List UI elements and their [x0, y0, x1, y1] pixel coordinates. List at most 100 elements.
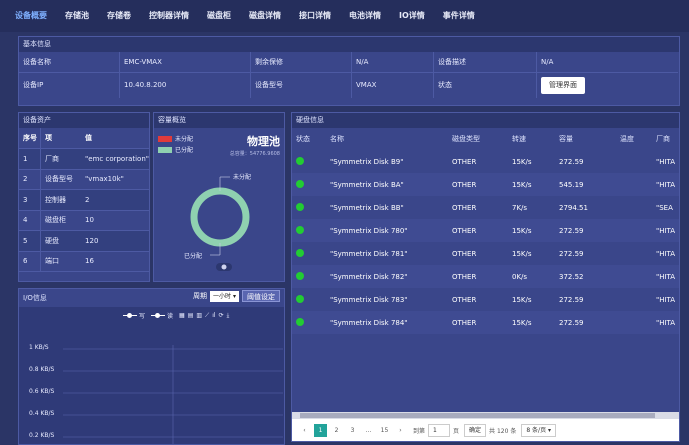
disk-status: [292, 311, 326, 334]
tab-controller-detail[interactable]: 控制器详情: [140, 0, 198, 32]
device-name-value: EMC-VMAX: [120, 52, 251, 73]
assets-col-item: 项: [40, 128, 82, 149]
management-ui-button[interactable]: 管理界面: [541, 77, 585, 94]
table-row[interactable]: "Symmetrix Disk 783" OTHER 15K/s 272.59 "HIT…: [292, 288, 679, 311]
asset-index: 4: [19, 210, 41, 231]
asset-item: 控制器: [40, 189, 82, 211]
disk-vendor: "HITA: [652, 219, 679, 242]
table-row: 1 厂商 "emc corporation": [19, 148, 149, 170]
legend-unallocated[interactable]: 未分配: [158, 133, 193, 144]
disk-col-capacity[interactable]: 容量: [555, 128, 616, 150]
page-15[interactable]: 15: [378, 424, 391, 437]
status-online-icon: [296, 248, 304, 257]
tab-disk-enclosure[interactable]: 磁盘柜: [198, 0, 240, 32]
table-row[interactable]: "Symmetrix Disk 781" OTHER 15K/s 272.59 "HIT…: [292, 242, 679, 265]
tab-port-detail[interactable]: 接口详情: [290, 0, 340, 32]
disk-name: "Symmetrix Disk 781": [330, 249, 408, 258]
disk-info-title: 硬盘信息: [292, 113, 679, 128]
capacity-legend: 未分配 已分配: [158, 133, 193, 155]
disk-vendor: "SEA: [656, 203, 673, 212]
disk-name: "Symmetrix Disk 780": [326, 219, 448, 242]
capacity-panel: 容量概览 未分配 已分配 物理池 总容量：54776.9608 未分配 已分配: [153, 112, 285, 282]
disk-status: [292, 196, 326, 219]
asset-index: 3: [19, 189, 41, 211]
prev-page-icon[interactable]: ‹: [298, 424, 311, 437]
disk-type: OTHER: [448, 265, 508, 288]
asset-value: "vmax10k": [81, 169, 149, 190]
disk-vendor: "HITA: [652, 311, 679, 334]
disk-status: [292, 173, 326, 196]
asset-index: 1: [19, 148, 41, 170]
disk-name: "Symmetrix Disk 784": [326, 311, 448, 334]
tab-device-summary[interactable]: 设备概要: [6, 0, 56, 32]
disk-type: OTHER: [452, 249, 477, 258]
table-row[interactable]: "Symmetrix Disk BA" OTHER 15K/s 545.19 "HITA: [292, 173, 679, 196]
tab-io-detail[interactable]: IO详情: [390, 0, 434, 32]
disk-table: 状态 名称 磁盘类型 转速 容量 温度 厂商 "Symmetrix Disk B…: [292, 128, 679, 334]
disk-col-vendor[interactable]: 厂商: [652, 128, 679, 150]
legend-allocated[interactable]: 已分配: [158, 144, 193, 155]
page-1[interactable]: 1: [314, 423, 327, 437]
page-size-select[interactable]: 8 条/页 ▾: [521, 423, 557, 437]
disk-col-rpm[interactable]: 转速: [508, 128, 555, 150]
disk-capacity: 272.59: [559, 249, 584, 258]
goto-page-input[interactable]: 1: [428, 423, 451, 437]
page-3[interactable]: 3: [346, 424, 359, 437]
disk-temp: [616, 150, 652, 173]
table-row: 4 磁盘柜 10: [19, 210, 149, 231]
status-online-icon: [296, 271, 304, 280]
status-online-icon: [296, 202, 304, 211]
disk-vendor: "HITA: [656, 249, 676, 258]
disk-col-temp[interactable]: 温度: [616, 128, 652, 150]
assets-col-index: 序号: [19, 128, 41, 149]
disk-rpm: 15K/s: [512, 249, 532, 258]
disk-capacity: 272.59: [559, 157, 584, 166]
disk-horizontal-scrollbar[interactable]: [292, 412, 679, 419]
app-root: 设备概要 存储池 存储卷 控制器详情 磁盘柜 磁盘详情 接口详情 电池详情 IO…: [0, 0, 689, 445]
warranty-label: 剩余保修: [251, 52, 352, 73]
tab-event-detail[interactable]: 事件详情: [434, 0, 484, 32]
device-assets-title: 设备资产: [19, 113, 149, 128]
page-ellipsis[interactable]: ...: [362, 424, 375, 437]
period-select[interactable]: 一小时 ▾: [210, 290, 239, 302]
tab-storage-volume[interactable]: 存储卷: [98, 0, 140, 32]
table-row[interactable]: "Symmetrix Disk BB" OTHER 7K/s 2794.51 "SEA: [292, 196, 679, 219]
scrollbar-thumb[interactable]: [300, 413, 655, 418]
disk-header-row: 状态 名称 磁盘类型 转速 容量 温度 厂商: [292, 128, 679, 150]
table-row[interactable]: "Symmetrix Disk 780" OTHER 15K/s 272.59 "HIT…: [292, 219, 679, 242]
disk-temp: [616, 196, 652, 219]
disk-temp: [616, 219, 652, 242]
disk-col-name[interactable]: 名称: [326, 128, 448, 150]
disk-temp: [616, 265, 652, 288]
page-2[interactable]: 2: [330, 424, 343, 437]
table-row[interactable]: "Symmetrix Disk 782" OTHER 0K/s 372.52 "HITA: [292, 265, 679, 288]
device-model-value: VMAX: [352, 73, 434, 98]
goto-confirm-button[interactable]: 确定: [464, 423, 487, 437]
disk-col-status[interactable]: 状态: [292, 128, 326, 150]
disk-capacity: 272.59: [555, 219, 616, 242]
disk-type: OTHER: [448, 219, 508, 242]
status-online-icon: [296, 294, 304, 303]
disk-status: [292, 150, 326, 173]
disk-rpm: 0K/s: [508, 265, 555, 288]
asset-value: "emc corporation": [81, 148, 149, 170]
table-row[interactable]: "Symmetrix Disk 784" OTHER 15K/s 272.59 "HIT…: [292, 311, 679, 334]
device-assets-table: 序号 项 值 1 厂商 "emc corporation" 2 设备型号 "vmax10k…: [19, 128, 149, 272]
disk-rpm: 15K/s: [512, 295, 532, 304]
table-row[interactable]: "Symmetrix Disk B9" OTHER 15K/s 272.59 "HITA: [292, 150, 679, 173]
next-page-icon[interactable]: ›: [394, 424, 407, 437]
io-chart-area: 写 读 ▦ ▤ ▥ ⟋ ıl ⟳ ⤓ 1 KB/S 0.8 KB/S 0.6 K…: [19, 307, 284, 444]
io-chart-svg: [63, 345, 283, 444]
disk-name: "Symmetrix Disk BB": [330, 203, 404, 212]
tab-disk-detail[interactable]: 磁盘详情: [240, 0, 290, 32]
disk-type: OTHER: [448, 173, 508, 196]
threshold-settings-button[interactable]: 阈值设定: [242, 290, 280, 302]
tab-battery-detail[interactable]: 电池详情: [340, 0, 390, 32]
asset-item: 硬盘: [40, 230, 82, 252]
tab-storage-pool[interactable]: 存储池: [56, 0, 98, 32]
disk-type: OTHER: [448, 311, 508, 334]
capacity-title: 容量概览: [154, 113, 284, 128]
y-tick-3: 0.6 KB/S: [29, 388, 55, 395]
device-ip-label: 设备IP: [19, 73, 120, 98]
disk-col-type[interactable]: 磁盘类型: [448, 128, 508, 150]
